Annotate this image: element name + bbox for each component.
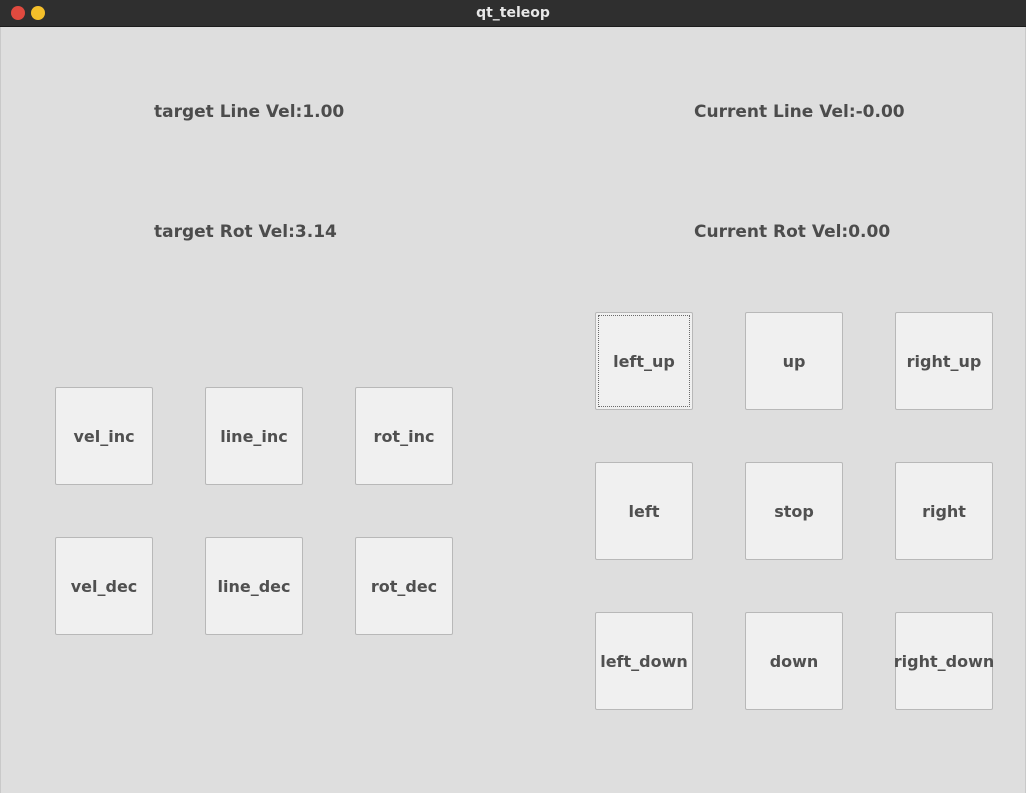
current-rot-vel-label: Current Rot Vel:0.00 [694,222,891,242]
window-title: qt_teleop [476,5,550,21]
target-line-vel-label: target Line Vel:1.00 [154,102,345,122]
right-down-button[interactable]: right_down [894,612,994,710]
rot-inc-button[interactable]: rot_inc [355,387,453,485]
main-panel: target Line Vel:1.00 Current Line Vel:-0… [0,27,1026,793]
current-line-vel-label: Current Line Vel:-0.00 [694,102,905,122]
title-bar[interactable]: qt_teleop [0,0,1026,27]
rot-dec-button[interactable]: rot_dec [355,537,453,635]
line-inc-button[interactable]: line_inc [205,387,303,485]
stop-button[interactable]: stop [745,462,843,560]
target-rot-vel-label: target Rot Vel:3.14 [154,222,337,242]
up-button[interactable]: up [745,312,843,410]
line-dec-button[interactable]: line_dec [205,537,303,635]
vel-inc-button[interactable]: vel_inc [55,387,153,485]
left-button[interactable]: left [595,462,693,560]
left-up-button[interactable]: left_up [595,312,693,410]
vel-dec-button[interactable]: vel_dec [55,537,153,635]
left-down-button[interactable]: left_down [595,612,693,710]
down-button[interactable]: down [745,612,843,710]
right-up-button[interactable]: right_up [895,312,993,410]
right-button[interactable]: right [895,462,993,560]
app-window: qt_teleop target Line Vel:1.00 Current L… [0,0,1026,793]
